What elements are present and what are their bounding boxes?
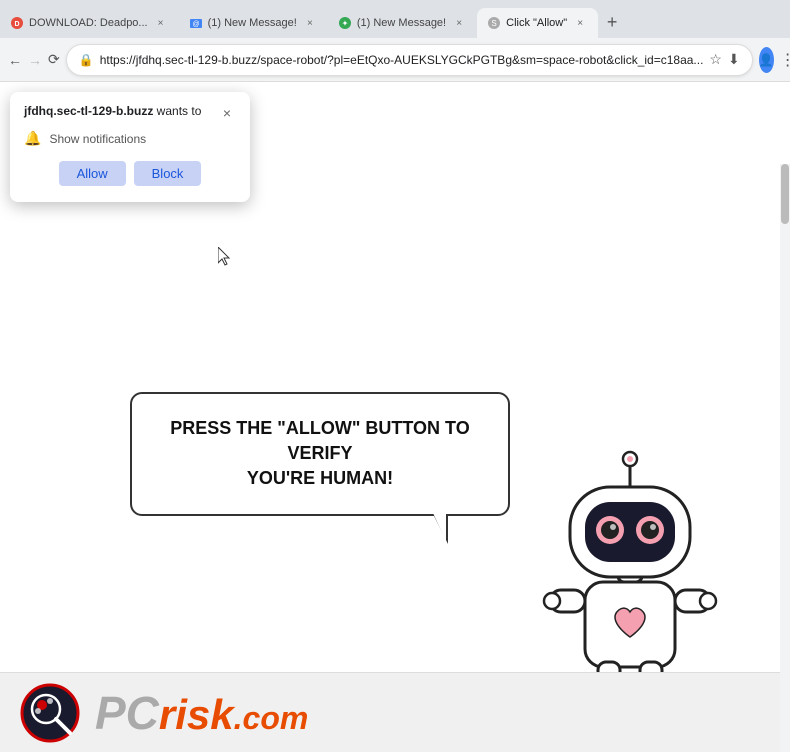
pcrisk-text-container: PCrisk.com <box>95 686 308 740</box>
bubble-text: PRESS THE "ALLOW" BUTTON TO VERIFY YOU'R… <box>162 416 478 492</box>
popup-domain: jfdhq.sec-tl-129-b.buzz <box>24 104 153 118</box>
bookmark-icon[interactable]: ☆ <box>709 51 722 68</box>
page-content: jfdhq.sec-tl-129-b.buzz wants to × 🔔 Sho… <box>0 82 790 752</box>
address-bar: ← → ⟳ 🔒 https://jfdhq.sec-tl-129-b.buzz/… <box>0 38 790 82</box>
popup-title: jfdhq.sec-tl-129-b.buzz wants to <box>24 104 201 118</box>
pcrisk-pc-text: PC <box>95 687 159 739</box>
profile-icon: 👤 <box>759 53 774 67</box>
menu-button[interactable]: ⋮ <box>780 46 790 74</box>
block-button[interactable]: Block <box>134 161 202 186</box>
tab-label-1: DOWNLOAD: Deadpo... <box>29 17 148 29</box>
tab-click-allow[interactable]: S Click "Allow" × <box>477 8 598 38</box>
tab-close-4[interactable]: × <box>572 15 588 31</box>
popup-notification-label: Show notifications <box>49 132 146 146</box>
scrollbar[interactable] <box>780 164 790 752</box>
new-tab-button[interactable]: + <box>598 8 626 36</box>
pcrisk-com-text: .com <box>234 700 309 736</box>
popup-buttons: Allow Block <box>24 161 236 186</box>
tab-message1[interactable]: @ (1) New Message! × <box>179 8 328 38</box>
cursor <box>218 247 230 265</box>
tab-message2[interactable]: ✦ (1) New Message! × <box>328 8 477 38</box>
back-button[interactable]: ← <box>8 46 22 74</box>
url-bar[interactable]: 🔒 https://jfdhq.sec-tl-129-b.buzz/space-… <box>66 44 753 76</box>
svg-text:S: S <box>491 19 496 28</box>
tab-close-1[interactable]: × <box>153 15 169 31</box>
tab-favicon-3: ✦ <box>338 16 352 30</box>
tab-favicon-1: D <box>10 16 24 30</box>
notification-popup: jfdhq.sec-tl-129-b.buzz wants to × 🔔 Sho… <box>10 92 250 202</box>
popup-title-rest: wants to <box>153 104 201 118</box>
tab-label-4: Click "Allow" <box>506 17 567 29</box>
bubble-line1: PRESS THE "ALLOW" BUTTON TO VERIFY <box>170 418 469 463</box>
pcrisk-icon <box>20 683 80 743</box>
lock-icon: 🔒 <box>79 53 94 67</box>
robot-illustration <box>530 442 730 702</box>
tab-download[interactable]: D DOWNLOAD: Deadpo... × <box>0 8 179 38</box>
popup-header: jfdhq.sec-tl-129-b.buzz wants to × <box>24 104 236 122</box>
browser-frame: D DOWNLOAD: Deadpo... × @ (1) New Messag… <box>0 0 790 752</box>
popup-notification-row: 🔔 Show notifications <box>24 130 236 147</box>
download-icon[interactable]: ⬇ <box>728 51 740 68</box>
profile-button[interactable]: 👤 <box>759 47 774 73</box>
svg-text:✦: ✦ <box>342 19 349 28</box>
tab-close-3[interactable]: × <box>451 15 467 31</box>
popup-close-button[interactable]: × <box>218 104 236 122</box>
reload-button[interactable]: ⟳ <box>48 46 60 74</box>
tab-favicon-4: S <box>487 16 501 30</box>
speech-bubble: PRESS THE "ALLOW" BUTTON TO VERIFY YOU'R… <box>130 392 510 516</box>
svg-text:@: @ <box>192 21 199 28</box>
tab-label-3: (1) New Message! <box>357 17 446 29</box>
bell-icon: 🔔 <box>24 130 41 147</box>
url-text: https://jfdhq.sec-tl-129-b.buzz/space-ro… <box>100 53 704 67</box>
tab-favicon-2: @ <box>189 16 203 30</box>
tab-label-2: (1) New Message! <box>208 17 297 29</box>
bubble-line2: YOU'RE HUMAN! <box>247 468 393 488</box>
pcrisk-risk-text: risk <box>159 691 234 738</box>
robot-svg <box>530 442 730 702</box>
scrollbar-thumb[interactable] <box>781 164 789 224</box>
tab-bar: D DOWNLOAD: Deadpo... × @ (1) New Messag… <box>0 0 790 38</box>
allow-button[interactable]: Allow <box>59 161 126 186</box>
svg-text:D: D <box>14 21 19 28</box>
forward-button[interactable]: → <box>28 46 42 74</box>
pcrisk-logo: PCrisk.com <box>0 672 790 752</box>
tab-close-2[interactable]: × <box>302 15 318 31</box>
